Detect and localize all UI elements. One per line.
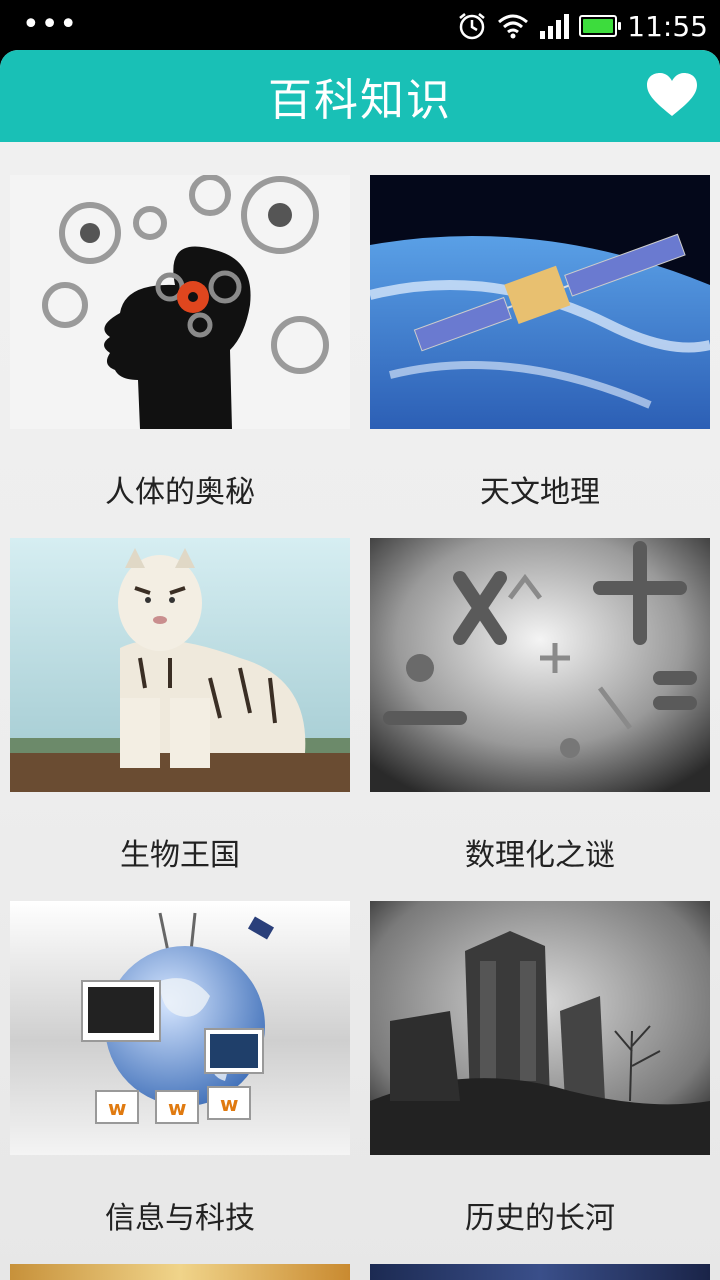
svg-text:w: w [108, 1096, 126, 1120]
ruins-image [370, 901, 710, 1155]
globe-computers-image: www [10, 901, 350, 1155]
svg-text:w: w [220, 1092, 238, 1116]
category-label: 生物王国 [120, 838, 240, 873]
category-card-human-body[interactable]: 人体的奥秘 [10, 175, 350, 511]
partial-image [10, 1264, 350, 1280]
more-dots-icon: ••• [22, 7, 79, 42]
category-card-technology[interactable]: w w w 信息与科技 [10, 901, 350, 1237]
category-card-partial-left[interactable] [10, 1264, 350, 1280]
category-card-biology[interactable]: 生物王国 [10, 538, 350, 874]
status-icons: 11:55 [457, 8, 708, 44]
category-card-astronomy[interactable]: 天文地理 [370, 175, 710, 511]
header-bar: 百科知识 [0, 50, 720, 142]
category-label: 天文地理 [480, 475, 600, 510]
signal-icon [540, 14, 570, 39]
status-bar: ••• 11:55 [0, 0, 720, 50]
battery-icon [579, 15, 622, 37]
math-symbols-image [370, 538, 710, 792]
category-card-math[interactable]: 数理化之谜 [370, 538, 710, 874]
satellite-earth-image [370, 175, 710, 429]
category-label: 历史的长河 [465, 1201, 615, 1236]
status-time: 11:55 [627, 9, 708, 43]
category-label: 数理化之谜 [465, 838, 615, 873]
human-brain-gears-image [10, 175, 350, 429]
category-label: 人体的奥秘 [105, 475, 255, 510]
page-title: 百科知识 [268, 75, 452, 126]
app-screen: 百科知识 人体的奥秘 天文地理 生物王国 数理化之谜 w w w 信息与科技 历… [0, 50, 720, 1280]
white-tiger-image [10, 538, 350, 792]
category-card-partial-right[interactable] [370, 1264, 710, 1280]
svg-text:w: w [168, 1096, 186, 1120]
wifi-icon [498, 14, 529, 39]
partial-image [370, 1264, 710, 1280]
category-card-history[interactable]: 历史的长河 [370, 901, 710, 1237]
alarm-icon [459, 13, 486, 40]
heart-icon[interactable] [646, 72, 698, 118]
category-label: 信息与科技 [105, 1201, 255, 1236]
